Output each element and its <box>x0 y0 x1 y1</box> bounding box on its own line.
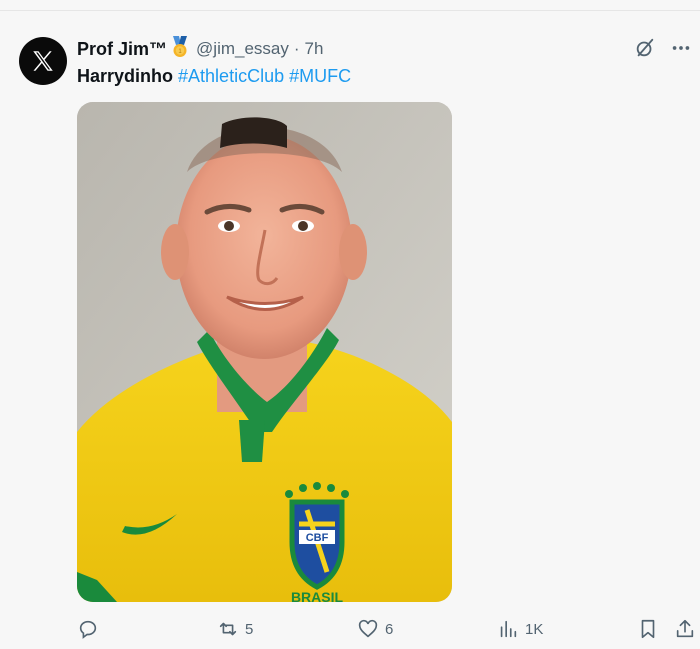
grok-icon[interactable] <box>634 37 656 59</box>
medal-icon: 1 <box>170 35 190 63</box>
jersey-text: BRASIL <box>291 589 344 602</box>
bookmark-button[interactable] <box>637 615 659 643</box>
reply-button[interactable] <box>77 615 105 643</box>
views-button[interactable]: 1K <box>497 615 543 643</box>
share-button[interactable] <box>674 615 696 643</box>
like-count: 6 <box>385 620 394 638</box>
crest-text: CBF <box>306 532 329 544</box>
tweet-photo[interactable]: CBF BRASIL <box>77 102 452 602</box>
separator-dot: · <box>293 39 300 58</box>
retweet-count: 5 <box>245 620 254 638</box>
tweet-header: Prof Jim™ 1 @jim_essay · 7h <box>77 35 324 63</box>
tweet-actions: 5 6 1K <box>0 615 700 643</box>
portrait-photo-illustration: CBF BRASIL <box>77 102 452 602</box>
author-handle[interactable]: @jim_essay <box>196 39 289 59</box>
bookmark-icon <box>641 619 655 639</box>
tweet-text-plain: Harrydinho <box>77 66 174 86</box>
views-icon <box>500 620 517 638</box>
retweet-icon <box>219 622 237 636</box>
tweet-top-actions <box>634 37 692 59</box>
tweet-card[interactable]: Prof Jim™ 1 @jim_essay · 7h Harrydinho #… <box>0 11 700 649</box>
hashtag-mufc[interactable]: #MUFC <box>289 66 351 86</box>
share-icon <box>676 619 694 638</box>
retweet-button[interactable]: 5 <box>217 615 253 643</box>
reply-icon <box>79 620 97 639</box>
like-button[interactable]: 6 <box>357 615 393 643</box>
tweet-text: Harrydinho #AthleticClub #MUFC <box>77 64 351 88</box>
hashtag-athleticclub[interactable]: #AthleticClub <box>178 66 284 86</box>
views-count: 1K <box>525 620 544 638</box>
more-options-icon[interactable] <box>670 37 692 59</box>
x-logo-icon <box>33 51 53 71</box>
avatar[interactable] <box>19 37 67 85</box>
tweet-time[interactable]: 7h <box>305 39 324 59</box>
heart-icon <box>358 619 378 638</box>
author-name[interactable]: Prof Jim™ <box>77 39 167 60</box>
